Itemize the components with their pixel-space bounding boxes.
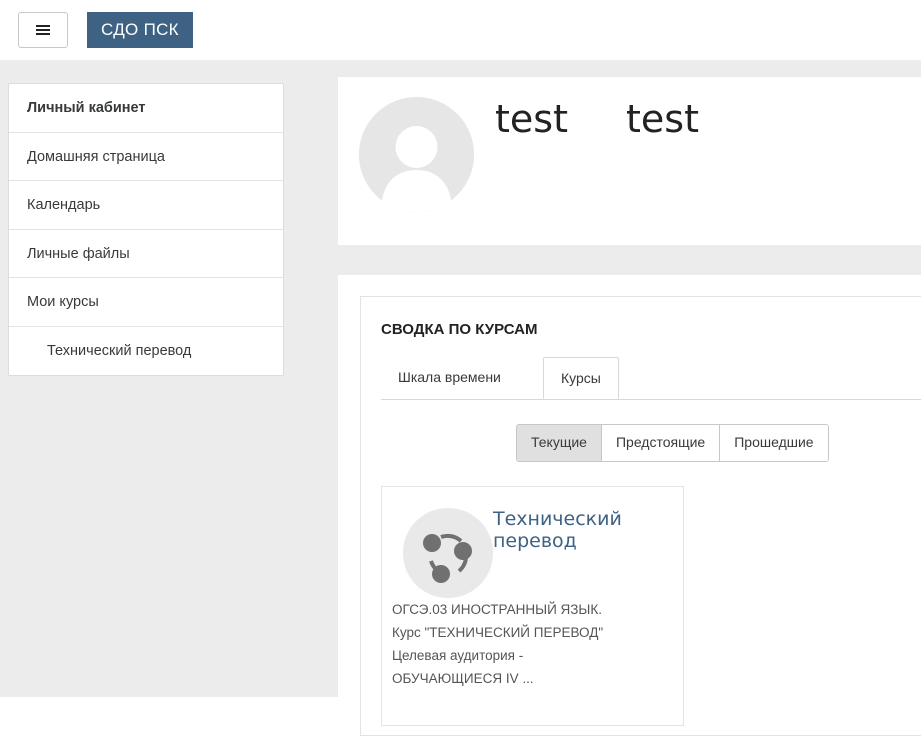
course-filter-group: Текущие Предстоящие Прошедшие bbox=[516, 424, 829, 462]
sidebar-item-private-files[interactable]: Личные файлы bbox=[9, 230, 283, 278]
course-card: Технический перевод ОГСЭ.03 ИНОСТРАННЫЙ … bbox=[381, 486, 684, 726]
overview-tabs: Шкала времени Курсы bbox=[381, 357, 921, 400]
course-title-link[interactable]: Технический перевод bbox=[493, 508, 673, 552]
sidebar-item-my-courses[interactable]: Мои курсы bbox=[9, 278, 283, 327]
filter-future-button[interactable]: Предстоящие bbox=[600, 425, 720, 461]
menu-toggle-button[interactable] bbox=[18, 12, 68, 48]
tab-courses[interactable]: Курсы bbox=[543, 357, 619, 399]
filter-past-button[interactable]: Прошедшие bbox=[719, 425, 828, 461]
sidebar-item-course-technical-translation[interactable]: Технический перевод bbox=[9, 327, 283, 376]
user-first-name: test bbox=[495, 97, 568, 141]
navbar: СДО ПСК bbox=[0, 0, 921, 60]
filter-in-progress-button[interactable]: Текущие bbox=[517, 425, 601, 461]
course-overview-block: СВОДКА ПО КУРСАМ Шкала времени Курсы Тек… bbox=[360, 296, 921, 736]
sidebar-item-home[interactable]: Домашняя страница bbox=[9, 133, 283, 181]
sidebar-item-calendar[interactable]: Календарь bbox=[9, 181, 283, 230]
course-share-icon[interactable] bbox=[403, 508, 493, 598]
hamburger-icon bbox=[36, 25, 50, 35]
user-last-name: test bbox=[626, 97, 699, 141]
tab-timeline[interactable]: Шкала времени bbox=[381, 357, 518, 398]
site-brand-link[interactable]: СДО ПСК bbox=[87, 12, 193, 48]
user-avatar-icon[interactable] bbox=[359, 97, 474, 212]
sidebar-item-dashboard[interactable]: Личный кабинет bbox=[9, 84, 283, 133]
course-summary: ОГСЭ.03 ИНОСТРАННЫЙ ЯЗЫК. Курс "ТЕХНИЧЕС… bbox=[392, 602, 604, 686]
profile-header: test test bbox=[338, 77, 921, 245]
main-region: СВОДКА ПО КУРСАМ Шкала времени Курсы Тек… bbox=[338, 275, 921, 736]
overview-title: СВОДКА ПО КУРСАМ bbox=[381, 321, 538, 338]
sidebar-nav: Личный кабинет Домашняя страница Календа… bbox=[8, 83, 284, 376]
